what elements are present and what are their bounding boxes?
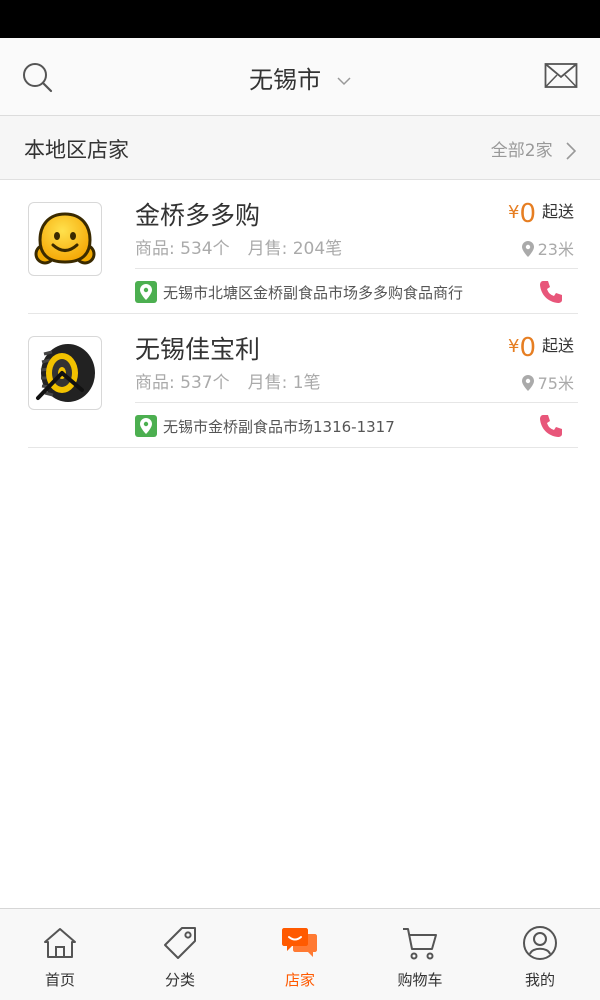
- tab-label: 店家: [284, 971, 315, 989]
- location-pin-icon: [521, 375, 534, 391]
- store-name: 金桥多多购: [135, 201, 261, 230]
- tab-label: 购物车: [397, 971, 443, 989]
- section-title: 本地区店家: [24, 138, 129, 162]
- monthly-sales: 月售: 1笔: [247, 373, 321, 393]
- phone-icon: [540, 415, 562, 437]
- tab-profile[interactable]: 我的: [480, 909, 600, 1000]
- tab-label: 分类: [164, 971, 195, 989]
- chat-icon: [282, 928, 317, 957]
- store-stats: 商品: 534个 月售: 204笔: [135, 234, 342, 259]
- tab-category[interactable]: 分类: [120, 909, 240, 1000]
- map-pin-icon: [135, 415, 157, 437]
- view-all-label: 全部2家: [490, 141, 553, 161]
- min-order-price: ¥0 起送: [508, 332, 574, 363]
- tab-label: 首页: [44, 971, 75, 989]
- tab-stores[interactable]: 店家: [240, 909, 360, 1000]
- store-item[interactable]: 金桥多多购 商品: 534个 月售: 204笔 ¥0 起送 23米 无锡市北塘区金桥…: [28, 180, 578, 314]
- store-logo: [28, 202, 102, 276]
- tag-icon: [164, 927, 196, 959]
- address-row: 无锡市北塘区金桥副食品市场多多购食品商行: [135, 268, 578, 314]
- top-header: 无锡市: [0, 38, 600, 116]
- currency-symbol: ¥: [507, 336, 520, 357]
- store-distance: 23米: [521, 236, 574, 260]
- store-item[interactable]: 无锡佳宝利 商品: 537个 月售: 1笔 ¥0 起送 75米 无锡市金桥副食品市场…: [28, 314, 578, 448]
- currency-symbol: ¥: [507, 202, 520, 223]
- city-name: 无锡市: [249, 66, 322, 94]
- user-icon: [523, 926, 557, 960]
- home-icon: [44, 928, 76, 958]
- call-button[interactable]: [538, 413, 564, 439]
- tab-label: 我的: [524, 971, 555, 989]
- store-logo: [28, 336, 102, 410]
- address-row: 无锡市金桥副食品市场1316-1317: [135, 402, 578, 448]
- goods-count: 商品: 534个: [135, 239, 230, 259]
- phone-icon: [540, 281, 562, 303]
- chevron-down-icon: [337, 77, 351, 86]
- distance-value: 23米: [537, 240, 574, 259]
- map-pin-icon: [135, 281, 157, 303]
- distance-value: 75米: [537, 374, 574, 393]
- min-order-label: 起送: [541, 336, 574, 355]
- status-bar: [0, 0, 600, 38]
- min-order-price: ¥0 起送: [508, 198, 574, 229]
- wheel-logo-icon: [36, 344, 95, 402]
- message-button[interactable]: [544, 62, 578, 92]
- location-pin-icon: [521, 241, 534, 257]
- price-value: 0: [519, 199, 536, 229]
- tab-home[interactable]: 首页: [0, 909, 120, 1000]
- store-stats: 商品: 537个 月售: 1笔: [135, 368, 321, 393]
- store-list: 金桥多多购 商品: 534个 月售: 204笔 ¥0 起送 23米 无锡市北塘区金桥…: [0, 180, 600, 448]
- store-address: 无锡市金桥副食品市场1316-1317: [163, 418, 395, 436]
- bottom-tab-bar: 首页 分类 店家 购物车 我的: [0, 908, 600, 1000]
- price-value: 0: [519, 333, 536, 363]
- goods-count: 商品: 537个: [135, 373, 230, 393]
- store-address: 无锡市北塘区金桥副食品市场多多购食品商行: [163, 284, 464, 302]
- min-order-label: 起送: [541, 202, 574, 221]
- store-name: 无锡佳宝利: [135, 335, 261, 364]
- store-distance: 75米: [521, 370, 574, 394]
- smiley-logo-icon: [34, 212, 96, 265]
- view-all-link[interactable]: 全部2家: [491, 136, 576, 161]
- local-stores-header: 本地区店家 全部2家: [0, 116, 600, 180]
- call-button[interactable]: [538, 279, 564, 305]
- tab-cart[interactable]: 购物车: [360, 909, 480, 1000]
- chevron-right-icon: [566, 142, 576, 160]
- city-selector[interactable]: 无锡市: [0, 60, 600, 95]
- cart-icon: [403, 928, 437, 960]
- monthly-sales: 月售: 204笔: [247, 239, 343, 259]
- mail-icon: [544, 63, 578, 88]
